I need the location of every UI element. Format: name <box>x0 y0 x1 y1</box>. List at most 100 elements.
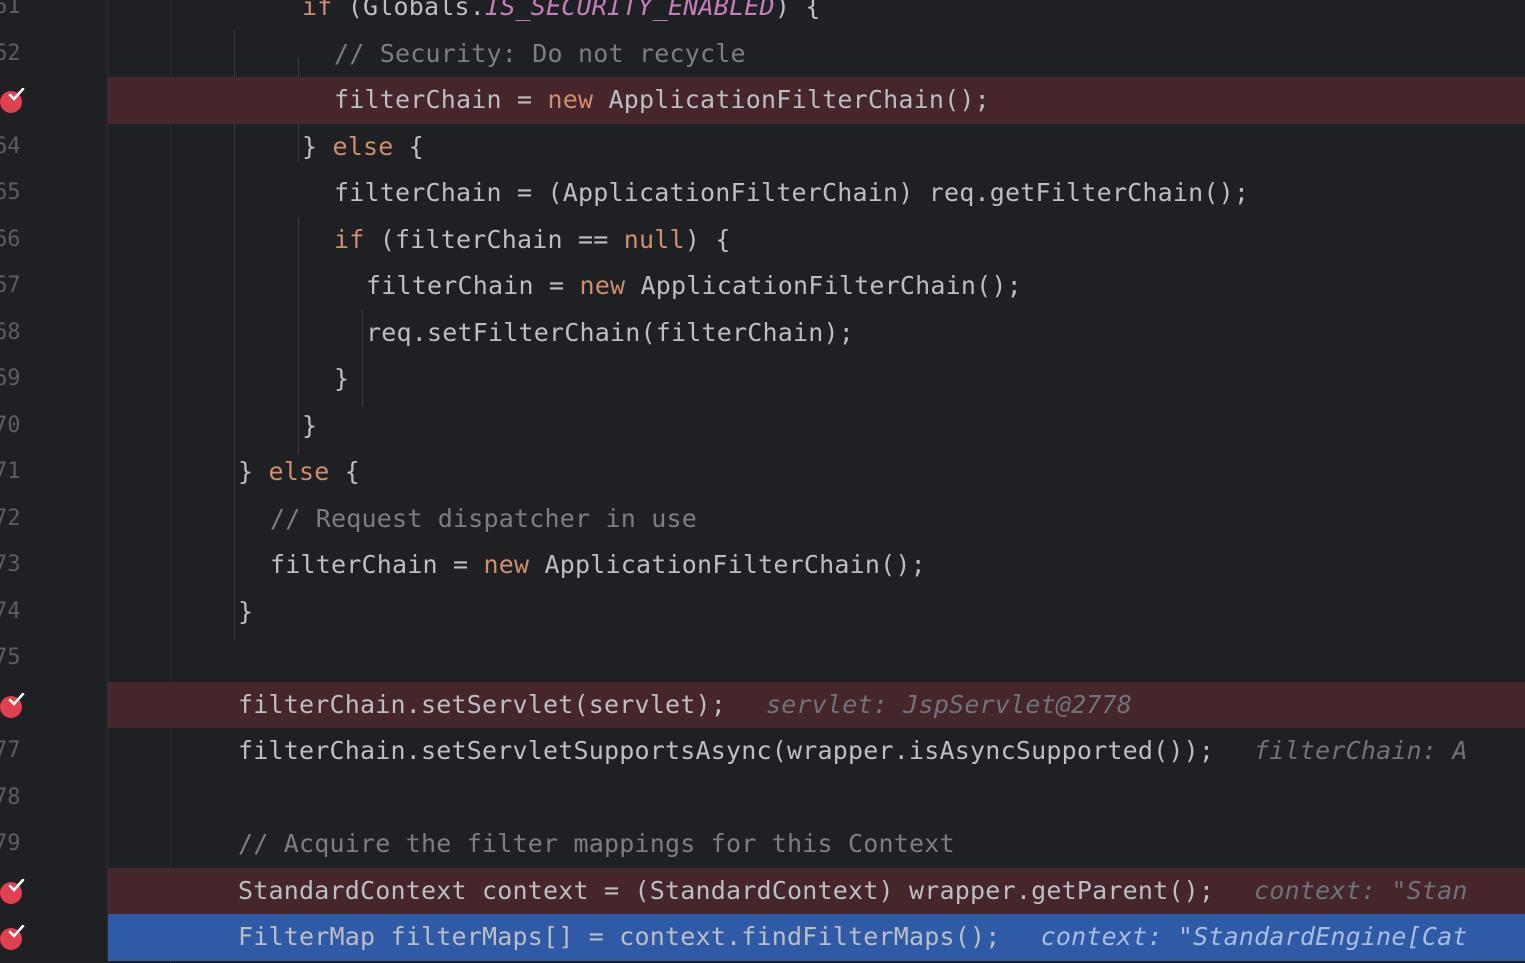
code-text[interactable]: FilterMap filterMaps[] = context.findFil… <box>238 914 1468 961</box>
code-line[interactable]: 77 filterChain.setServletSupportsAsync(wr… <box>0 728 1525 775</box>
code-line[interactable]: 62 // Security: Do not recycle <box>0 31 1525 78</box>
code-text[interactable]: filterChain = new ApplicationFilterChain… <box>366 263 1022 310</box>
code-line[interactable]: 67 filterChain = new ApplicationFilterCha… <box>0 263 1525 310</box>
keyword-token: new <box>483 550 530 579</box>
code-editor[interactable]: 61 if (Globals.IS_SECURITY_ENABLED) {62//… <box>0 0 1525 963</box>
code-line[interactable]: 65 filterChain = (ApplicationFilterChain)… <box>0 170 1525 217</box>
code-line[interactable]: 61 if (Globals.IS_SECURITY_ENABLED) { <box>0 0 1525 31</box>
code-token: filterChain.setServletSupportsAsync(wrap… <box>238 736 1215 765</box>
code-line[interactable]: 71 } else { <box>0 449 1525 496</box>
code-line[interactable]: 68 req.setFilterChain(filterChain); <box>0 310 1525 357</box>
code-text[interactable]: filterChain.setServletSupportsAsync(wrap… <box>238 728 1468 775</box>
code-text[interactable]: // Security: Do not recycle <box>334 31 746 78</box>
code-token: (Globals. <box>332 0 486 21</box>
line-number[interactable]: 71 <box>0 449 34 496</box>
code-token: FilterMap filterMaps[] = context.findFil… <box>238 922 1001 951</box>
line-number[interactable]: 74 <box>0 589 34 636</box>
line-number[interactable]: 75 <box>0 635 34 682</box>
code-text[interactable]: req.setFilterChain(filterChain); <box>366 310 854 357</box>
line-number[interactable]: 72 <box>0 496 34 543</box>
code-line[interactable]: 78 <box>0 775 1525 822</box>
line-number[interactable]: 77 <box>0 728 34 775</box>
code-token: filterChain = <box>366 271 580 300</box>
code-line[interactable]: 81FilterMap filterMaps[] = context.findF… <box>0 914 1525 961</box>
line-number[interactable]: 65 <box>0 170 34 217</box>
comment-token: // Security: Do not recycle <box>334 38 746 68</box>
line-number[interactable]: 79 <box>0 821 34 868</box>
code-token: (filterChain == <box>364 224 624 254</box>
code-text[interactable]: // Acquire the filter mappings for this … <box>238 821 955 868</box>
code-token: } <box>334 364 350 393</box>
inline-debug-value-hint[interactable]: servlet: JspServlet@2778 <box>766 690 1132 719</box>
code-text[interactable]: filterChain.setServlet(servlet); servlet:… <box>238 682 1132 729</box>
code-text[interactable]: filterChain = new ApplicationFilterChain… <box>270 542 926 589</box>
code-token: } <box>302 131 333 161</box>
code-token: ) { <box>684 224 731 254</box>
code-text[interactable]: } else { <box>302 124 424 171</box>
inline-debug-value-hint[interactable]: filterChain: A <box>1254 736 1468 765</box>
code-text[interactable]: // Request dispatcher in use <box>270 496 697 543</box>
verified-breakpoint-icon[interactable] <box>0 88 26 114</box>
line-number[interactable]: 78 <box>0 775 34 822</box>
comment-token: // Acquire the filter mappings for this … <box>238 829 955 858</box>
code-text[interactable]: } <box>334 356 349 403</box>
line-number[interactable]: 70 <box>0 403 34 450</box>
code-token: } <box>302 410 318 440</box>
line-number[interactable]: 64 <box>0 124 34 171</box>
code-line[interactable]: 80StandardContext context = (StandardCon… <box>0 867 1525 915</box>
code-token: filterChain.setServlet(servlet); <box>238 689 727 719</box>
keyword-token: new <box>547 85 594 114</box>
code-line[interactable]: 63filterChain = new ApplicationFilterCha… <box>0 77 1525 124</box>
line-number[interactable]: 62 <box>0 31 34 78</box>
code-line[interactable]: 72 // Request dispatcher in use <box>0 496 1525 543</box>
code-text[interactable]: } <box>302 403 317 450</box>
code-token: filterChain = <box>334 85 548 114</box>
line-number[interactable]: 67 <box>0 263 34 310</box>
code-line[interactable]: 74} <box>0 589 1525 636</box>
code-text[interactable]: } else { <box>238 449 360 496</box>
code-text[interactable]: } <box>238 589 253 636</box>
verified-breakpoint-icon[interactable] <box>0 878 26 905</box>
constant-token: IS_SECURITY_ENABLED <box>485 0 775 21</box>
line-number[interactable]: 61 <box>0 0 34 31</box>
code-text[interactable]: filterChain = new ApplicationFilterChain… <box>334 77 990 124</box>
line-number[interactable]: 68 <box>0 310 34 357</box>
line-number[interactable]: 66 <box>0 217 34 264</box>
verified-breakpoint-icon[interactable] <box>0 925 26 951</box>
keyword-token: if <box>302 0 333 21</box>
code-token: StandardContext context = (StandardConte… <box>238 875 1215 905</box>
code-token: ApplicationFilterChain(); <box>529 550 926 579</box>
code-line[interactable]: 75 <box>0 635 1525 682</box>
code-line[interactable]: 70} <box>0 403 1525 450</box>
keyword-token: null <box>623 224 685 254</box>
code-text[interactable]: StandardContext context = (StandardConte… <box>238 868 1468 915</box>
code-text[interactable]: if (Globals.IS_SECURITY_ENABLED) { <box>302 0 821 31</box>
code-text[interactable]: filterChain = (ApplicationFilterChain) r… <box>334 170 1249 217</box>
code-token: req.setFilterChain(filterChain); <box>366 317 855 347</box>
line-number[interactable]: 73 <box>0 542 34 589</box>
code-line[interactable]: 79 // Acquire the filter mappings for thi… <box>0 821 1525 868</box>
code-text[interactable]: if (filterChain == null) { <box>334 217 731 264</box>
keyword-token: new <box>579 271 626 300</box>
inline-debug-value-hint[interactable]: context: "Stan <box>1254 876 1468 905</box>
code-token: ApplicationFilterChain(); <box>593 85 990 114</box>
code-token: filterChain = <box>270 550 484 579</box>
code-token: ApplicationFilterChain(); <box>625 271 1022 300</box>
inline-debug-value-hint[interactable]: context: "StandardEngine[Cat <box>1041 922 1468 951</box>
code-line[interactable]: 69} <box>0 356 1525 403</box>
keyword-token: else <box>268 457 330 486</box>
code-token: { <box>393 131 425 161</box>
code-token: } <box>238 596 254 626</box>
comment-token: // Request dispatcher in use <box>270 503 698 533</box>
keyword-token: else <box>332 131 394 161</box>
code-token: filterChain = (ApplicationFilterChain) r… <box>334 178 1250 207</box>
code-token: ) { <box>774 0 821 21</box>
code-line[interactable]: 73 filterChain = new ApplicationFilterCha… <box>0 542 1525 589</box>
code-line[interactable]: 76filterChain.setServlet(servlet);servle… <box>0 681 1525 729</box>
code-line[interactable]: 64} else { <box>0 124 1525 171</box>
line-number[interactable]: 69 <box>0 356 34 403</box>
keyword-token: if <box>334 224 365 254</box>
verified-breakpoint-icon[interactable] <box>0 692 26 719</box>
code-line[interactable]: 66 if (filterChain == null) { <box>0 217 1525 264</box>
code-token: { <box>329 457 361 486</box>
